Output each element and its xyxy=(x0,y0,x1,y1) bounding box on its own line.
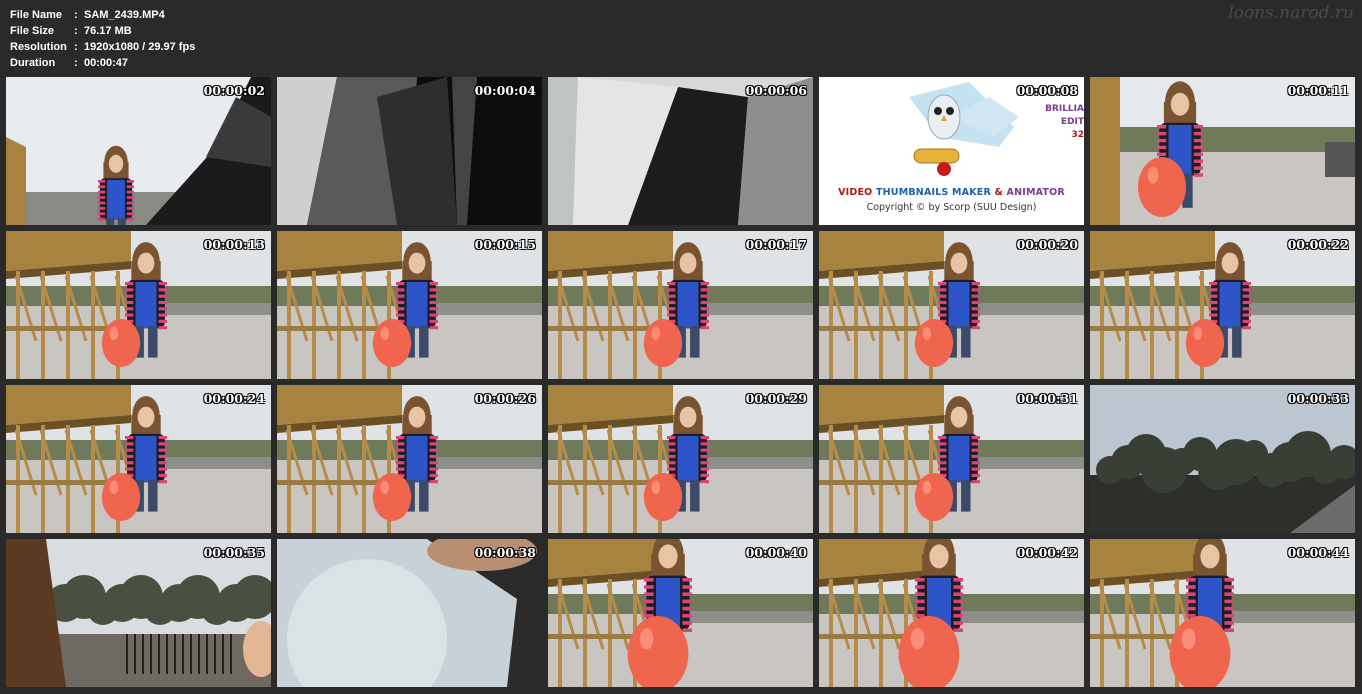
timestamp-label: 00:00:06 xyxy=(745,83,807,98)
thumbnail-image xyxy=(548,539,813,687)
resolution-value: 1920x1080 / 29.97 fps xyxy=(84,41,196,53)
thumbnail-image xyxy=(277,77,542,225)
thumbnail-image xyxy=(277,231,542,379)
thumbnail-image xyxy=(6,77,271,225)
file-name-label: File Name xyxy=(10,9,62,21)
separator: : xyxy=(74,9,78,21)
thumbnail-image xyxy=(819,385,1084,533)
contact-sheet: File Name : SAM_2439.MP4 File Size : 76.… xyxy=(0,0,1362,694)
thumbnail-image xyxy=(548,231,813,379)
separator: : xyxy=(74,25,78,37)
duration-label: Duration xyxy=(10,57,56,69)
thumbnail-image xyxy=(1090,385,1355,533)
timestamp-label: 00:00:04 xyxy=(474,83,536,98)
video-thumbnail[interactable]: 00:00:35 xyxy=(6,539,271,687)
timestamp-label: 00:00:02 xyxy=(203,83,265,98)
timestamp-label: 00:00:26 xyxy=(474,391,536,406)
logo-side-line: 32 xyxy=(1071,130,1084,140)
video-thumbnail[interactable]: 00:00:42 xyxy=(819,539,1084,687)
file-info-row: File Size : 76.17 MB xyxy=(10,23,195,39)
file-info-row: File Name : SAM_2439.MP4 xyxy=(10,7,195,23)
timestamp-label: 00:00:44 xyxy=(1287,545,1349,560)
timestamp-label: 00:00:29 xyxy=(745,391,807,406)
duration-value: 00:00:47 xyxy=(84,57,129,69)
timestamp-label: 00:00:22 xyxy=(1287,237,1349,252)
thumbnail-image xyxy=(548,385,813,533)
video-thumbnail[interactable]: 00:00:20 xyxy=(819,231,1084,379)
video-thumbnail[interactable]: 00:00:26 xyxy=(277,385,542,533)
file-info-panel: File Name : SAM_2439.MP4 File Size : 76.… xyxy=(10,7,195,71)
thumbnail-image xyxy=(277,539,542,687)
video-thumbnail[interactable]: 00:00:13 xyxy=(6,231,271,379)
video-thumbnail[interactable]: 00:00:31 xyxy=(819,385,1084,533)
thumbnail-image xyxy=(6,539,271,687)
logo-title-part: ANIMATOR xyxy=(1006,187,1065,198)
timestamp-label: 00:00:35 xyxy=(203,545,265,560)
video-thumbnail[interactable]: 00:00:44 xyxy=(1090,539,1355,687)
video-thumbnail[interactable]: 00:00:40 xyxy=(548,539,813,687)
video-thumbnail[interactable]: 00:00:17 xyxy=(548,231,813,379)
separator: : xyxy=(74,41,78,53)
file-info-row: Resolution : 1920x1080 / 29.97 fps xyxy=(10,39,195,55)
separator: : xyxy=(74,57,78,69)
logo-title: VIDEO THUMBNAILS MAKER & ANIMATOR xyxy=(819,187,1084,198)
video-thumbnail[interactable]: 00:00:04 xyxy=(277,77,542,225)
timestamp-label: 00:00:24 xyxy=(203,391,265,406)
logo-title-part: THUMBNAILS MAKER xyxy=(875,187,992,198)
file-size-value: 76.17 MB xyxy=(84,25,132,37)
logo-title-part: & xyxy=(991,187,1007,198)
logo-side-line: EDIT xyxy=(1060,117,1084,127)
video-thumbnail[interactable]: 00:00:33 xyxy=(1090,385,1355,533)
video-thumbnail[interactable]: 00:00:11 xyxy=(1090,77,1355,225)
logo-copyright: Copyright © by Scorp (SUU Design) xyxy=(866,202,1037,213)
file-size-label: File Size xyxy=(10,25,55,37)
watermark-text: loons.narod.ru xyxy=(1228,3,1354,23)
thumbnail-grid: 00:00:02 00:00:04 00:00:06 VIDEO THUMBNAIL… xyxy=(6,77,1355,687)
thumbnail-image xyxy=(1090,77,1355,225)
timestamp-label: 00:00:40 xyxy=(745,545,807,560)
video-thumbnail[interactable]: 00:00:24 xyxy=(6,385,271,533)
timestamp-label: 00:00:31 xyxy=(1016,391,1078,406)
thumbnail-image xyxy=(548,77,813,225)
video-thumbnail[interactable]: 00:00:29 xyxy=(548,385,813,533)
video-thumbnail[interactable]: VIDEO THUMBNAILS MAKER & ANIMATOR Copyri… xyxy=(819,77,1084,225)
thumbnail-image xyxy=(6,231,271,379)
logo-side-line: BRILLIA xyxy=(1045,104,1084,114)
timestamp-label: 00:00:17 xyxy=(745,237,807,252)
thumbnail-image xyxy=(277,385,542,533)
timestamp-label: 00:00:42 xyxy=(1016,545,1078,560)
thumbnail-image xyxy=(6,385,271,533)
thumbnail-image xyxy=(1090,539,1355,687)
logo-side-text: BRILLIA EDIT 32 xyxy=(1045,103,1084,142)
video-thumbnail[interactable]: 00:00:38 xyxy=(277,539,542,687)
timestamp-label: 00:00:15 xyxy=(474,237,536,252)
file-info-row: Duration : 00:00:47 xyxy=(10,55,195,71)
thumbnail-image xyxy=(819,539,1084,687)
timestamp-label: 00:00:38 xyxy=(474,545,536,560)
logo-title-part: VIDEO xyxy=(838,187,876,198)
video-thumbnail[interactable]: 00:00:06 xyxy=(548,77,813,225)
video-thumbnail[interactable]: 00:00:02 xyxy=(6,77,271,225)
timestamp-label: 00:00:08 xyxy=(1016,83,1078,98)
timestamp-label: 00:00:33 xyxy=(1287,391,1349,406)
video-thumbnail[interactable]: 00:00:22 xyxy=(1090,231,1355,379)
thumbnail-image xyxy=(1090,231,1355,379)
file-name-value: SAM_2439.MP4 xyxy=(84,9,165,21)
thumbnail-image xyxy=(819,231,1084,379)
timestamp-label: 00:00:20 xyxy=(1016,237,1078,252)
timestamp-label: 00:00:11 xyxy=(1287,83,1349,98)
resolution-label: Resolution xyxy=(10,41,67,53)
video-thumbnail[interactable]: 00:00:15 xyxy=(277,231,542,379)
timestamp-label: 00:00:13 xyxy=(203,237,265,252)
